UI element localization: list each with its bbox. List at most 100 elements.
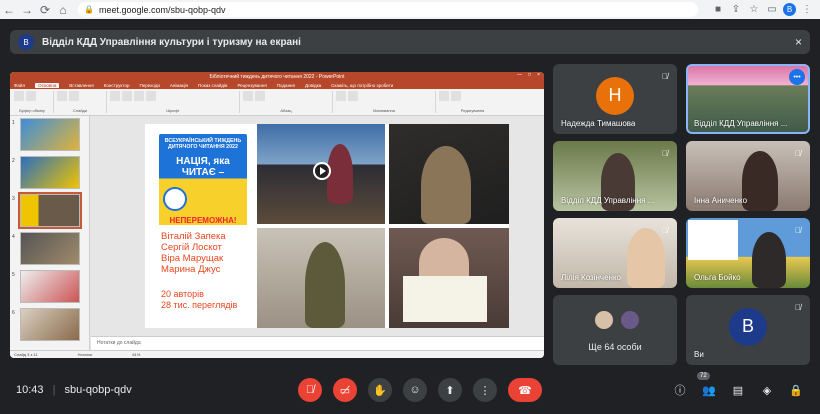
people-icon[interactable]: 72 👥 (697, 372, 717, 398)
participant-tile[interactable]: 🎙̸ Інна Аниченко (686, 141, 810, 211)
menu-help[interactable]: Довідка (305, 83, 321, 88)
participant-tile[interactable]: 🎙̸ Лілія Козінченко (553, 218, 677, 288)
star-icon[interactable]: ☆ (747, 3, 761, 17)
align-icon[interactable] (255, 91, 265, 101)
thumbnail-image (18, 192, 82, 229)
address-bar[interactable]: 🔒 meet.google.com/sbu-qobp-qdv (78, 2, 698, 17)
sidebar-icon[interactable]: ▭ (765, 3, 779, 17)
meeting-controls: 10:43 | sbu-qobp-qdv 🎙̸ ▭̸ ✋ ☺ ⬆ ⋮ ☎ ⓘ 7… (0, 370, 820, 414)
current-slide[interactable]: ВСЕУКРАЇНСЬКИЙ ТИЖДЕНЬ ДИТЯЧОГО ЧИТАННЯ … (145, 124, 509, 328)
slide-editor: ВСЕУКРАЇНСЬКИЙ ТИЖДЕНЬ ДИТЯЧОГО ЧИТАННЯ … (91, 116, 544, 336)
slide-thumbnail[interactable]: 6 (10, 308, 90, 342)
share-icon[interactable]: ⇪ (729, 3, 743, 17)
close-icon[interactable]: × (537, 72, 540, 78)
menu-transitions[interactable]: Переходи (139, 83, 159, 88)
mic-off-icon: 🎙̸ (662, 225, 668, 235)
replace-icon[interactable] (451, 91, 461, 101)
poster-main-text: НАЦІЯ, яка ЧИТАЄ – (176, 156, 230, 178)
photo-soldier-book (257, 228, 385, 328)
avatar-stack (593, 309, 641, 331)
slide-stats: 20 авторів 28 тис. переглядів (161, 289, 261, 311)
find-icon[interactable] (439, 91, 449, 101)
participant-tile[interactable]: 🎙̸ Відділ КДД Управління ... (553, 141, 677, 211)
maximize-icon[interactable]: □ (528, 72, 531, 78)
author-names: Віталій Запека Сергій Лоскот Віра Маруща… (161, 231, 261, 276)
participant-tile[interactable]: Н 🎙̸ Надежда Тимашова (553, 64, 677, 134)
slide-thumbnail[interactable]: 4 (10, 232, 90, 266)
more-options-button[interactable]: ⋮ (473, 378, 497, 402)
person-figure (742, 151, 778, 211)
avatar (593, 309, 615, 331)
present-screen-button[interactable]: ⬆ (438, 378, 462, 402)
person-figure (421, 146, 471, 224)
speaking-indicator-icon: ••• (789, 69, 805, 85)
menu-home[interactable]: Основна (35, 82, 60, 88)
slide-thumbnail[interactable]: 2 (10, 156, 90, 190)
notes-toggle[interactable]: Нотатки (78, 352, 93, 357)
menu-animations[interactable]: Анімація (170, 83, 188, 88)
banner-close-icon[interactable]: × (795, 35, 802, 49)
leave-call-button[interactable]: ☎ (508, 378, 542, 402)
new-slide-icon[interactable] (57, 91, 67, 101)
arrange-icon[interactable] (348, 91, 358, 101)
meeting-info: 10:43 | sbu-qobp-qdv (16, 384, 132, 396)
chat-icon[interactable]: ▤ (730, 382, 746, 398)
slide-text-panel: ВСЕУКРАЇНСЬКИЙ ТИЖДЕНЬ ДИТЯЧОГО ЧИТАННЯ … (145, 124, 257, 328)
more-vert-icon[interactable]: ⋮ (800, 3, 814, 17)
menu-tell-me[interactable]: Скажіть, що потрібно зробити (331, 83, 393, 88)
mic-off-icon: 🎙̸ (662, 148, 668, 158)
cut-icon[interactable] (26, 91, 36, 101)
shapes-icon[interactable] (336, 91, 346, 101)
forward-arrow-icon[interactable]: → (18, 0, 36, 19)
menu-slideshow[interactable]: Показ слайдів (198, 83, 227, 88)
thumbnail-image (20, 232, 80, 265)
back-arrow-icon[interactable]: ← (0, 0, 18, 19)
thumbnail-image (20, 270, 80, 303)
italic-icon[interactable] (122, 91, 132, 101)
authors-count: 20 авторів (161, 289, 204, 299)
host-controls-icon[interactable]: 🔒 (788, 382, 804, 398)
ppt-ribbon: Буфер обміну Слайди Шрифт Абзац Малюванн… (10, 89, 544, 116)
bullets-icon[interactable] (243, 91, 253, 101)
self-tile[interactable]: B 🎙̸ Ви (686, 295, 810, 365)
open-book-image (403, 276, 487, 322)
menu-view[interactable]: Подання (277, 83, 295, 88)
raise-hand-button[interactable]: ✋ (368, 378, 392, 402)
participant-name: Інна Аниченко (694, 196, 748, 205)
thumbnail-image (20, 118, 80, 151)
reload-icon[interactable]: ⟳ (36, 0, 54, 19)
home-icon[interactable]: ⌂ (54, 0, 72, 19)
font-color-icon[interactable] (146, 91, 156, 101)
minimize-icon[interactable]: — (517, 72, 522, 78)
zoom-level[interactable]: 61% (132, 352, 140, 357)
camera-toggle-button[interactable]: ▭̸ (333, 378, 357, 402)
activities-icon[interactable]: ◈ (759, 382, 775, 398)
participant-avatar: Н (596, 76, 634, 115)
menu-design[interactable]: Конструктор (104, 83, 130, 88)
emoji-reaction-button[interactable]: ☺ (403, 378, 427, 402)
meeting-details-icon[interactable]: ⓘ (672, 382, 688, 398)
slide-thumbnail[interactable]: 1 (10, 118, 90, 152)
layout-icon[interactable] (69, 91, 79, 101)
mic-toggle-button[interactable]: 🎙̸ (298, 378, 322, 402)
mic-off-icon: 🎙̸ (662, 71, 668, 81)
url-text: meet.google.com/sbu-qobp-qdv (98, 4, 226, 15)
ppt-workspace: 1 2 3 4 5 6 ВСЕУКРАЇНСЬКИЙ ТИЖДЕНЬ ДИТЯЧ… (10, 116, 544, 350)
slide-thumbnail-selected[interactable]: 3 (10, 192, 90, 229)
camera-permission-icon[interactable]: ■ (711, 3, 725, 17)
menu-insert[interactable]: Вставлення (69, 83, 94, 88)
more-participants-label: Ще 64 особи (588, 342, 642, 352)
paste-icon[interactable] (14, 91, 24, 101)
presenting-text: Відділ КДД Управління культури і туризму… (42, 36, 301, 48)
underline-icon[interactable] (134, 91, 144, 101)
profile-avatar[interactable]: B (783, 3, 796, 16)
play-video-icon[interactable] (313, 162, 331, 180)
notes-pane[interactable]: Нотатки до слайда (91, 336, 544, 350)
slide-thumbnail[interactable]: 5 (10, 270, 90, 304)
more-participants-tile[interactable]: Ще 64 особи (553, 295, 677, 365)
participant-tile[interactable]: 🎙̸ Ольга Бойко (686, 218, 810, 288)
menu-file[interactable]: Файл (14, 83, 25, 88)
menu-review[interactable]: Рецензування (237, 83, 266, 88)
bold-icon[interactable] (110, 91, 120, 101)
participant-tile-speaking[interactable]: ••• Відділ КДД Управління ... (686, 64, 810, 134)
